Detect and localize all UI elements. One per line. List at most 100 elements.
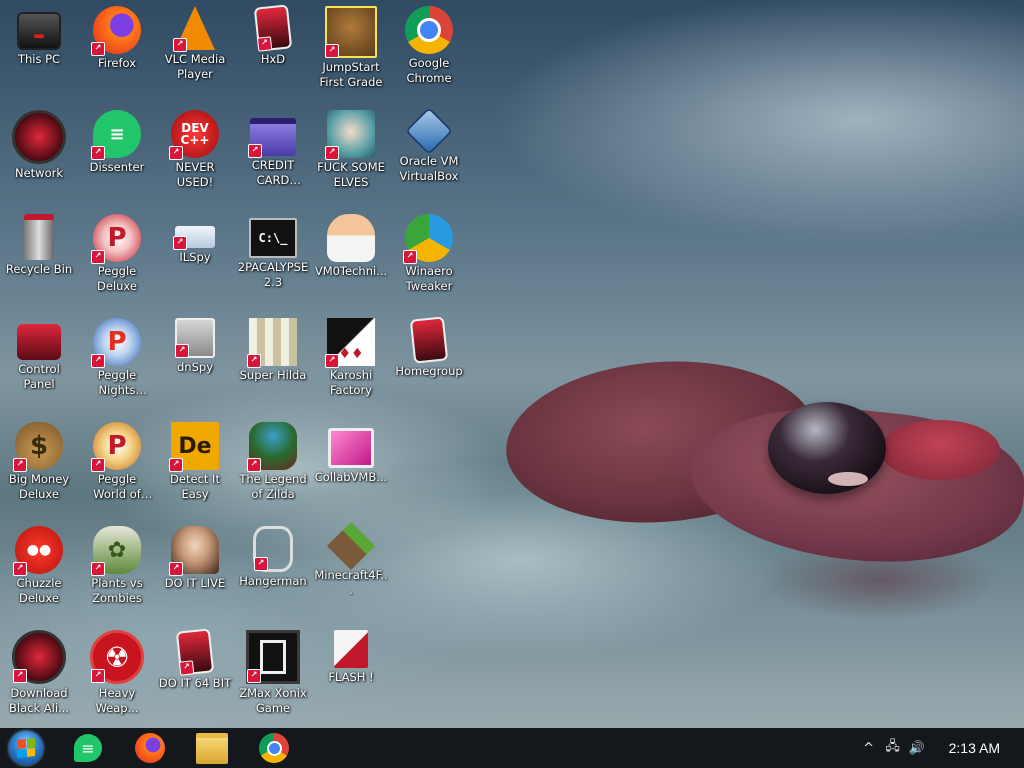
peggle-nights-icon: P ↗: [91, 318, 141, 368]
desktop-icon-virtualbox[interactable]: Oracle VM VirtualBox: [390, 104, 468, 204]
icon-label: Hangerman: [239, 574, 307, 588]
desktop-icon-super-hilda[interactable]: ↗ Super Hilda: [234, 312, 312, 412]
icon-label: This PC: [17, 52, 61, 66]
chrome-icon: [259, 733, 289, 763]
desktop-icon-dissenter[interactable]: ≡ ↗ Dissenter: [78, 104, 156, 204]
icon-label: Super Hilda: [239, 368, 307, 382]
desktop-icon-legend-of-zilda[interactable]: ↗ The Legend of Zilda: [234, 416, 312, 516]
icon-label: Plants vs Zombies: [91, 576, 143, 605]
shortcut-arrow-icon: ↗: [175, 344, 189, 358]
desktop-icon-minecraft[interactable]: Minecraft4F...: [312, 520, 390, 620]
icon-label: Recycle Bin: [5, 262, 73, 276]
icon-label: NEVER USED!: [175, 160, 215, 189]
desktop-icon-karoshi-factory[interactable]: ♦♦ ↗ Karoshi Factory: [312, 312, 390, 412]
desktop-icon-ilspy[interactable]: ↗ ILSpy: [156, 208, 234, 308]
desktop-icon-vm0techni[interactable]: VM0Techni...: [312, 208, 390, 308]
icon-label: Karoshi Factory: [329, 368, 373, 397]
taskbar-chrome[interactable]: [248, 728, 300, 768]
taskbar: ≡ ^ 🖧 🔊 2:13 AM: [0, 728, 1024, 768]
icon-label: Peggle World of Warcraft ...: [93, 472, 141, 501]
desktop-icon-fuck-some-elves[interactable]: ↗ FUCK SOME ELVES: [312, 104, 390, 204]
devcpp-icon: DEV C++ ↗: [169, 110, 219, 160]
shortcut-arrow-icon: ↗: [169, 458, 183, 472]
xonix-icon: ↗: [246, 630, 300, 684]
doctor-icon: [327, 214, 375, 262]
taskbar-file-explorer[interactable]: [186, 728, 238, 768]
desktop-icon-peggle-nights-deluxe[interactable]: P↗ Peggle Nights Deluxe: [78, 312, 156, 412]
icon-label: Dissenter: [89, 160, 145, 174]
desktop-icon-collabvm[interactable]: CollabVMB...: [312, 416, 390, 516]
icon-label: CollabVMB...: [314, 470, 388, 484]
icon-label: JumpStart First Grade: [319, 60, 383, 89]
desktop-icon-heavy-weap[interactable]: ☢ ↗ Heavy Weap...: [78, 624, 156, 724]
desktop-icon-google-chrome[interactable]: Google Chrome: [390, 0, 468, 100]
desktop-icon-control-panel[interactable]: Control Panel: [0, 312, 78, 412]
icon-label: Homegroup: [395, 364, 463, 378]
homegroup-icon: [409, 316, 449, 364]
terminal-icon: C:\_: [249, 218, 297, 258]
clock[interactable]: 2:13 AM: [929, 740, 1024, 756]
shortcut-arrow-icon: ↗: [173, 236, 187, 250]
desktop-icon-chuzzle-deluxe[interactable]: ●● ↗ Chuzzle Deluxe: [0, 520, 78, 620]
desktop-icon-2pacalypse[interactable]: C:\_ 2PACALYPSE 2.3: [234, 208, 312, 308]
desktop-icon-hangerman[interactable]: ↗ Hangerman: [234, 520, 312, 620]
icon-label: Minecraft4F...: [314, 568, 388, 597]
firefox-icon: [135, 733, 165, 763]
control-panel-icon: [17, 324, 61, 360]
recycle-bin-icon: [24, 214, 54, 260]
shortcut-arrow-icon: ↗: [91, 42, 105, 56]
desktop-icon-download-black-ali[interactable]: ↗ Download Black Ali...: [0, 624, 78, 724]
desktop-icon-winaero-tweaker[interactable]: ↗ Winaero Tweaker: [390, 208, 468, 308]
desktop-icon-recycle-bin[interactable]: Recycle Bin: [0, 208, 78, 308]
desktop-icon-never-used[interactable]: DEV C++ ↗ NEVER USED!: [156, 104, 234, 204]
karoshi-icon: ♦♦ ↗: [325, 318, 375, 368]
icon-label: VLC Media Player: [164, 52, 226, 81]
show-hidden-icons-chevron-icon[interactable]: ^: [857, 741, 881, 756]
desktop-icon-dnspy[interactable]: ↗ dnSpy: [156, 312, 234, 412]
icon-label: Network: [14, 166, 64, 180]
icon-label: Google Chrome: [406, 56, 452, 85]
desktop-icon-hxd[interactable]: ↗ HxD: [234, 0, 312, 100]
taskbar-firefox[interactable]: [124, 728, 176, 768]
money-bag-icon: $ ↗: [13, 422, 63, 472]
icon-label: Control Panel: [18, 362, 60, 391]
desktop-icon-this-pc[interactable]: ▂ This PC: [0, 0, 78, 100]
desktop-icon-plants-vs-zombies[interactable]: ✿ ↗ Plants vs Zombies: [78, 520, 156, 620]
desktop-icon-peggle-deluxe[interactable]: P ↗ Peggle Deluxe: [78, 208, 156, 308]
download-icon: ↗: [12, 630, 66, 684]
desktop-icon-jumpstart[interactable]: ↗ JumpStart First Grade: [312, 0, 390, 100]
icon-label: VM0Techni...: [314, 264, 388, 278]
collabvm-icon: [328, 428, 374, 468]
volume-icon[interactable]: 🔊: [905, 741, 929, 756]
shortcut-arrow-icon: ↗: [91, 146, 105, 160]
icon-label: Detect It Easy: [170, 472, 220, 501]
dnspy-icon: ↗: [175, 318, 215, 358]
icon-label: FLASH !: [328, 670, 374, 684]
icon-label: Firefox: [97, 56, 137, 70]
desktop-icon-network[interactable]: Network: [0, 104, 78, 204]
icon-label: Download Black Ali...: [9, 686, 69, 715]
network-status-icon[interactable]: 🖧: [881, 737, 905, 759]
system-tray: ^ 🖧 🔊 2:13 AM: [857, 728, 1024, 768]
desktop-icon-flash[interactable]: FLASH !: [312, 624, 390, 724]
desktop-icon-detect-it-easy[interactable]: De ↗ Detect It Easy: [156, 416, 234, 516]
do-it-64-icon: ↗: [175, 628, 215, 676]
desktop-icon-big-money-deluxe[interactable]: $ ↗ Big Money Deluxe: [0, 416, 78, 516]
desktop-icon-do-it-live[interactable]: ↗ DO IT LIVE: [156, 520, 234, 620]
desktop-icon-zmax-xonix[interactable]: ↗ ZMax Xonix Game: [234, 624, 312, 724]
desktop-icon-credit-card-checker[interactable]: ↗ CREDIT CARD CHECKER: [234, 104, 312, 204]
winaero-icon: ↗: [403, 214, 453, 264]
desktop-icon-peggle-wow[interactable]: P↗ Peggle World of Warcraft ...: [78, 416, 156, 516]
desktop-icon-homegroup[interactable]: Homegroup: [390, 312, 468, 412]
windows-logo-icon: [9, 731, 43, 765]
shortcut-arrow-icon: ↗: [247, 354, 261, 368]
ilspy-icon: ↗: [173, 226, 215, 250]
desktop-icon-firefox[interactable]: ↗ Firefox: [78, 0, 156, 100]
desktop-icon-vlc[interactable]: ↗ VLC Media Player: [156, 0, 234, 100]
shortcut-arrow-icon: ↗: [169, 562, 183, 576]
taskbar-dissenter[interactable]: ≡: [62, 728, 114, 768]
icon-label: Big Money Deluxe: [8, 472, 70, 501]
desktop-icon-do-it-64-bit[interactable]: ↗ DO IT 64 BIT: [156, 624, 234, 724]
start-button[interactable]: [0, 728, 52, 768]
icon-label: ILSpy: [179, 250, 211, 264]
